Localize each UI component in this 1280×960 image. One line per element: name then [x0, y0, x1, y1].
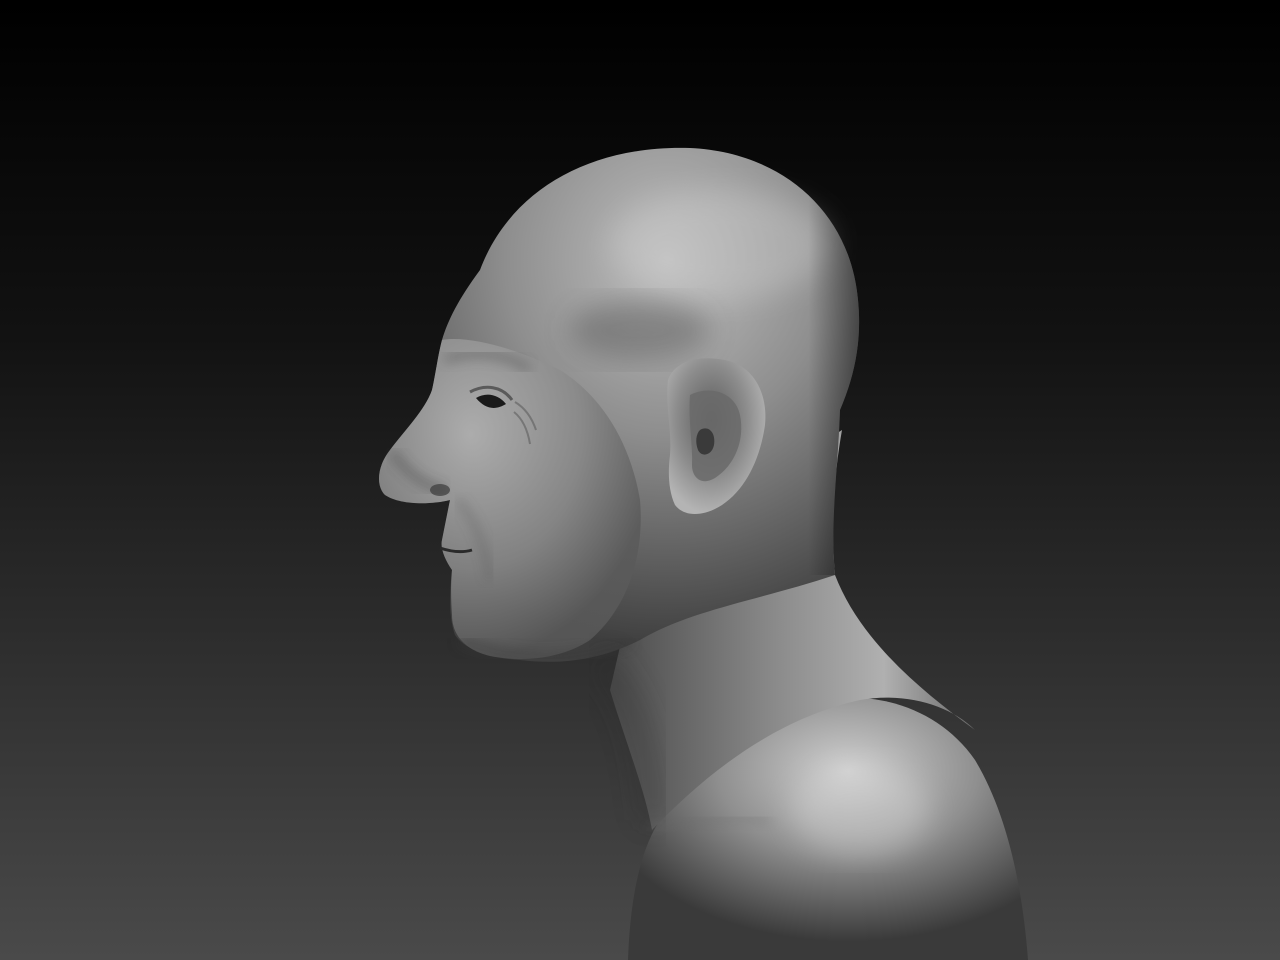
nostril — [430, 484, 450, 496]
3d-viewport[interactable] — [0, 0, 1280, 960]
shoulder-highlight — [790, 765, 930, 855]
temple-shadow — [570, 300, 710, 360]
render-canvas — [0, 0, 1280, 960]
